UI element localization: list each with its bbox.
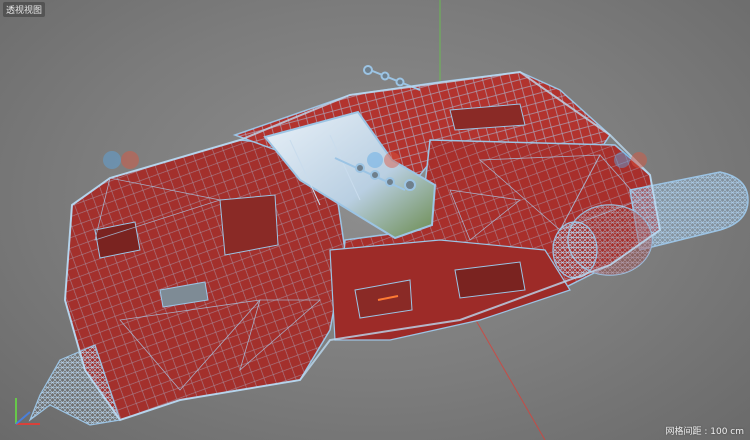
axis-gizmo: [15, 398, 40, 425]
x-axis-line: [469, 309, 546, 440]
grid-spacing-readout: 网格间距 : 100 cm: [665, 427, 744, 437]
perspective-viewport[interactable]: 透视视图 网格间距: 100 cm: [0, 0, 750, 440]
vehicle-model[interactable]: [28, 65, 749, 426]
3d-scene[interactable]: [0, 0, 750, 440]
